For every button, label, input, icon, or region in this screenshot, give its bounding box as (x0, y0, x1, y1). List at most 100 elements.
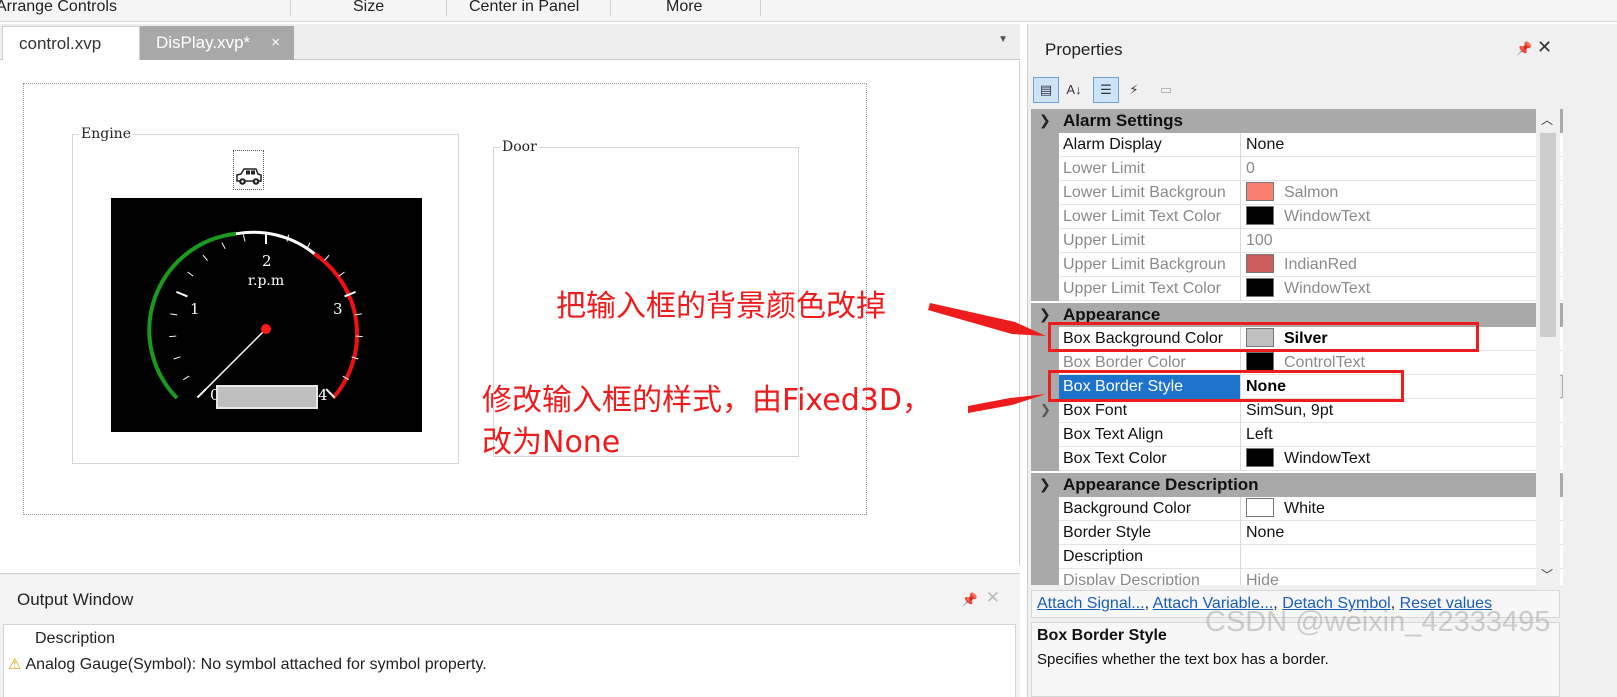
color-swatch (1246, 448, 1274, 467)
color-name: WindowText (1284, 280, 1371, 297)
gauge-tick (187, 271, 194, 277)
property-row[interactable]: Description (1031, 545, 1563, 569)
property-value[interactable] (1242, 545, 1563, 569)
property-row[interactable]: Display Description Hide (1031, 569, 1563, 585)
output-window-title: Output Window (17, 590, 134, 609)
description-column-header[interactable]: Description (35, 630, 115, 648)
annotation-border-note-line2: 改为None (482, 425, 621, 460)
output-message[interactable]: ⚠ Analog Gauge(Symbol): No symbol attache… (8, 655, 487, 674)
property-value[interactable]: 0 (1242, 157, 1563, 181)
scrollbar-thumb[interactable] (1540, 133, 1556, 337)
chevron-up-icon[interactable]: ︿ (1541, 111, 1553, 128)
property-name: Lower Limit (1059, 157, 1241, 181)
property-name: Box Font (1059, 399, 1241, 423)
gauge-hub (261, 324, 271, 334)
analog-gauge[interactable]: 0 1 2 3 4 r.p.m (111, 198, 422, 432)
property-row[interactable]: Alarm Display None (1031, 133, 1563, 157)
property-row[interactable]: Upper Limit Text Color WindowText (1031, 277, 1563, 301)
color-swatch (1246, 352, 1274, 371)
property-value[interactable]: Left (1242, 423, 1563, 447)
events-view-icon[interactable]: ⚡ (1121, 77, 1147, 103)
property-row[interactable]: Border Style None (1031, 521, 1563, 545)
property-row[interactable]: Box Text Color WindowText (1031, 447, 1563, 471)
arrange-controls-group[interactable]: Arrange Controls (0, 0, 117, 19)
gauge-tick (242, 234, 246, 242)
more-group[interactable]: More (666, 0, 702, 19)
properties-view-icon[interactable]: ☰ (1093, 77, 1119, 103)
tab-list-dropdown-icon[interactable]: ▼ (998, 34, 1008, 45)
property-value[interactable]: None (1242, 521, 1563, 545)
tab-label: DisPlay.xvp* (156, 33, 251, 52)
property-row[interactable]: Lower Limit Text Color WindowText (1031, 205, 1563, 229)
property-value[interactable]: White (1242, 497, 1563, 521)
size-group[interactable]: Size (353, 0, 384, 19)
category-appearance-description[interactable]: ❯ Appearance Description (1031, 473, 1563, 497)
properties-title: Properties (1045, 40, 1123, 59)
gauge-tick (183, 375, 190, 381)
chevron-down-icon[interactable]: ❯ (1039, 476, 1051, 493)
gauge-value-box[interactable] (216, 385, 318, 409)
highlight-box-border-style (1048, 370, 1404, 402)
color-swatch (1246, 206, 1274, 225)
gauge-scale-label-1: 1 (190, 300, 200, 318)
car-symbol-icon[interactable] (233, 150, 264, 190)
property-value[interactable]: 100 (1242, 229, 1563, 253)
gauge-tick (170, 313, 178, 316)
chevron-down-icon[interactable]: ﹀ (1541, 566, 1553, 583)
ribbon-separator (760, 0, 761, 16)
pin-icon[interactable]: 📌 (962, 592, 978, 608)
gauge-scale-label-3: 3 (333, 300, 343, 318)
property-row[interactable]: ❯ Box Font SimSun, 9pt (1031, 399, 1563, 423)
property-row[interactable]: Upper Limit 100 (1031, 229, 1563, 253)
property-value[interactable]: WindowText (1242, 447, 1563, 471)
property-name: Upper Limit (1059, 229, 1241, 253)
property-value[interactable]: WindowText (1242, 277, 1563, 301)
document-tab-bar: control.xvp DisPlay.xvp* × ▼ (0, 24, 1020, 60)
tab-display-xvp[interactable]: DisPlay.xvp* × (140, 26, 294, 60)
property-name: Box Text Align (1059, 423, 1241, 447)
chevron-down-icon[interactable]: ❯ (1039, 112, 1051, 129)
property-name: Upper Limit Backgroun (1059, 253, 1241, 277)
center-in-panel-group[interactable]: Center in Panel (469, 0, 579, 19)
property-row[interactable]: Lower Limit Backgroun Salmon (1031, 181, 1563, 205)
property-grid-scrollbar[interactable]: ︿ ﹀ (1536, 109, 1560, 585)
property-value[interactable]: WindowText (1242, 205, 1563, 229)
tab-control-xvp[interactable]: control.xvp (2, 26, 140, 60)
door-group-label: Door (500, 139, 539, 155)
pin-icon[interactable]: 📌 (1516, 41, 1532, 57)
property-value[interactable]: SimSun, 9pt (1242, 399, 1563, 423)
output-message-text: Analog Gauge(Symbol): No symbol attached… (25, 656, 487, 673)
property-name: Background Color (1059, 497, 1241, 521)
color-name: Salmon (1284, 184, 1339, 201)
chevron-down-icon[interactable]: ❯ (1039, 306, 1051, 323)
property-name: Lower Limit Text Color (1059, 205, 1241, 229)
categorized-view-icon[interactable]: ▤ (1033, 77, 1059, 103)
property-name: Border Style (1059, 521, 1241, 545)
gauge-tick (173, 356, 181, 360)
gauge-tick (169, 335, 177, 338)
sort-alphabetical-icon[interactable]: A↓ (1061, 77, 1087, 103)
property-value[interactable]: Hide (1242, 569, 1563, 585)
close-icon[interactable]: × (271, 26, 280, 60)
property-value[interactable]: None (1242, 133, 1563, 157)
property-row[interactable]: Background Color White (1031, 497, 1563, 521)
category-alarm-settings[interactable]: ❯ Alarm Settings (1031, 109, 1563, 133)
annotation-border-note-line1: 修改输入框的样式，由Fixed3D， (482, 383, 932, 418)
gauge-tick (176, 290, 188, 298)
gauge-red-arc (313, 252, 360, 400)
property-value[interactable]: IndianRed (1242, 253, 1563, 277)
property-row[interactable]: Upper Limit Backgroun IndianRed (1031, 253, 1563, 277)
close-icon[interactable]: ✕ (986, 588, 1000, 608)
property-name: Upper Limit Text Color (1059, 277, 1241, 301)
attach-signal-link[interactable]: Attach Signal... (1037, 595, 1145, 612)
category-label: Appearance Description (1063, 475, 1259, 494)
property-row[interactable]: Box Text Align Left (1031, 423, 1563, 447)
property-value[interactable]: Salmon (1242, 181, 1563, 205)
ribbon-separator (290, 0, 291, 16)
property-name: Lower Limit Backgroun (1059, 181, 1241, 205)
color-name: ControlText (1284, 354, 1365, 371)
close-icon[interactable]: ✕ (1537, 37, 1552, 58)
property-row[interactable]: Lower Limit 0 (1031, 157, 1563, 181)
color-name: White (1284, 500, 1325, 517)
expand-icon[interactable]: ❯ (1040, 402, 1051, 418)
